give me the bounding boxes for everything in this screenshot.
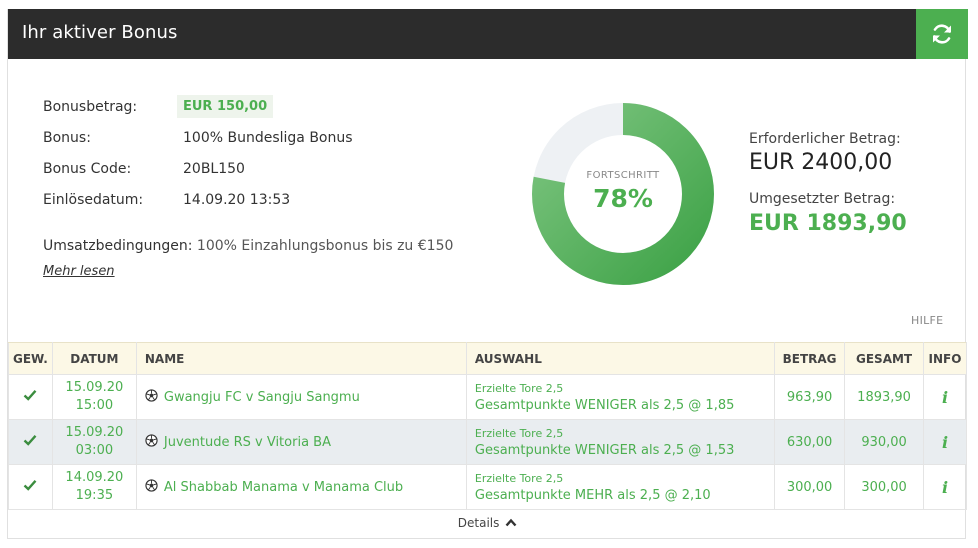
details-toggle[interactable]: Details xyxy=(8,510,967,539)
event-cell[interactable]: Gwangju FC v Sangju Sangmu xyxy=(135,374,467,420)
stake-cell: 300,00 xyxy=(774,464,846,510)
bet-date: 14.09.20 xyxy=(65,470,124,485)
panel-header: Ihr aktiver Bonus xyxy=(8,9,968,59)
column-header-stake: BETRAG xyxy=(774,342,846,375)
panel-title: Ihr aktiver Bonus xyxy=(22,22,178,43)
date-cell: 14.09.20 19:35 xyxy=(51,464,137,510)
bonus-code-value: 20BL150 xyxy=(183,161,245,177)
won-cell xyxy=(8,464,53,510)
stake-cell: 630,00 xyxy=(774,419,846,465)
refresh-icon xyxy=(933,24,951,44)
required-amount-value: EUR 2400,00 xyxy=(749,150,893,175)
column-header-selection: AUSWAHL xyxy=(465,342,776,375)
event-name: Gwangju FC v Sangju Sangmu xyxy=(163,389,360,405)
table-header-row: GEW. DATUM NAME AUSWAHL BETRAG GESAMT IN… xyxy=(8,342,967,375)
progress-value: 78% xyxy=(593,184,653,213)
info-icon[interactable]: i xyxy=(923,374,967,420)
event-cell[interactable]: Juventude RS v Vitoria BA xyxy=(135,419,467,465)
selection-cell: Erzielte Tore 2,5 Gesamtpunkte WENIGER a… xyxy=(465,419,776,465)
read-more-link[interactable]: Mehr lesen xyxy=(43,264,115,279)
event-cell[interactable]: Al Shabbab Manama v Manama Club xyxy=(135,464,467,510)
table-row: 15.09.20 15:00 Gwangju FC v Sangju Sangm… xyxy=(8,374,967,420)
column-header-total: GESAMT xyxy=(844,342,924,375)
check-icon xyxy=(24,435,37,446)
bonus-name-value: 100% Bundesliga Bonus xyxy=(183,130,353,146)
check-icon xyxy=(24,390,37,401)
help-link[interactable]: HILFE xyxy=(911,314,943,327)
event-name: Al Shabbab Manama v Manama Club xyxy=(163,479,404,495)
bet-time: 19:35 xyxy=(75,488,114,503)
table-row: 14.09.20 19:35 Al Shabbab Manama v Manam… xyxy=(8,464,967,510)
total-cell: 1893,90 xyxy=(844,374,924,420)
market-name: Erzielte Tore 2,5 xyxy=(474,472,564,485)
info-icon[interactable]: i xyxy=(923,419,967,465)
bonus-name-label: Bonus: xyxy=(43,130,91,146)
achieved-amount-value: EUR 1893,90 xyxy=(749,211,907,236)
soccer-ball-icon xyxy=(145,389,158,402)
column-header-date: DATUM xyxy=(51,342,137,375)
bonus-date-value: 14.09.20 13:53 xyxy=(183,192,291,208)
bonus-code-label: Bonus Code: xyxy=(43,161,132,177)
check-icon xyxy=(24,480,37,491)
market-name: Erzielte Tore 2,5 xyxy=(474,427,564,440)
selection-name: Gesamtpunkte WENIGER als 2,5 @ 1,53 xyxy=(474,443,735,458)
column-header-info: INFO xyxy=(923,342,967,375)
selection-name: Gesamtpunkte WENIGER als 2,5 @ 1,85 xyxy=(474,398,735,413)
details-label: Details xyxy=(457,516,500,530)
terms-label: Umsatzbedingungen: xyxy=(43,238,193,254)
bets-table: GEW. DATUM NAME AUSWAHL BETRAG GESAMT IN… xyxy=(8,342,967,510)
event-name: Juventude RS v Vitoria BA xyxy=(163,434,331,450)
terms-value: 100% Einzahlungsbonus bis zu €150 xyxy=(196,238,454,254)
progress-label: FORTSCHRITT xyxy=(586,170,660,181)
required-amount-label: Erforderlicher Betrag: xyxy=(749,131,901,147)
won-cell xyxy=(8,419,53,465)
selection-cell: Erzielte Tore 2,5 Gesamtpunkte MEHR als … xyxy=(465,464,776,510)
table-row: 15.09.20 03:00 Juventude RS v Vitoria BA… xyxy=(8,419,967,465)
terms-line: Umsatzbedingungen: 100% Einzahlungsbonus… xyxy=(43,238,453,254)
stake-cell: 963,90 xyxy=(774,374,846,420)
bet-date: 15.09.20 xyxy=(65,425,124,440)
bet-date: 15.09.20 xyxy=(65,380,124,395)
column-header-won: GEW. xyxy=(8,342,53,375)
date-cell: 15.09.20 15:00 xyxy=(51,374,137,420)
soccer-ball-icon xyxy=(145,479,158,492)
selection-name: Gesamtpunkte MEHR als 2,5 @ 2,10 xyxy=(474,488,711,503)
soccer-ball-icon xyxy=(145,434,158,447)
date-cell: 15.09.20 03:00 xyxy=(51,419,137,465)
selection-cell: Erzielte Tore 2,5 Gesamtpunkte WENIGER a… xyxy=(465,374,776,420)
column-header-name: NAME xyxy=(135,342,467,375)
info-icon[interactable]: i xyxy=(923,464,967,510)
bet-time: 03:00 xyxy=(75,443,114,458)
bonus-panel: Ihr aktiver Bonus Bonusbetrag: EUR 150,0… xyxy=(7,9,968,539)
bet-time: 15:00 xyxy=(75,398,114,413)
market-name: Erzielte Tore 2,5 xyxy=(474,382,564,395)
total-cell: 930,00 xyxy=(844,419,924,465)
bonus-amount-label: Bonusbetrag: xyxy=(43,99,138,115)
chevron-up-icon xyxy=(505,518,517,527)
won-cell xyxy=(8,374,53,420)
bonus-amount-badge: EUR 150,00 xyxy=(177,95,274,118)
total-cell: 300,00 xyxy=(844,464,924,510)
bonus-date-label: Einlösedatum: xyxy=(43,192,144,208)
refresh-button[interactable] xyxy=(916,9,968,59)
achieved-amount-label: Umgesetzter Betrag: xyxy=(749,191,896,207)
